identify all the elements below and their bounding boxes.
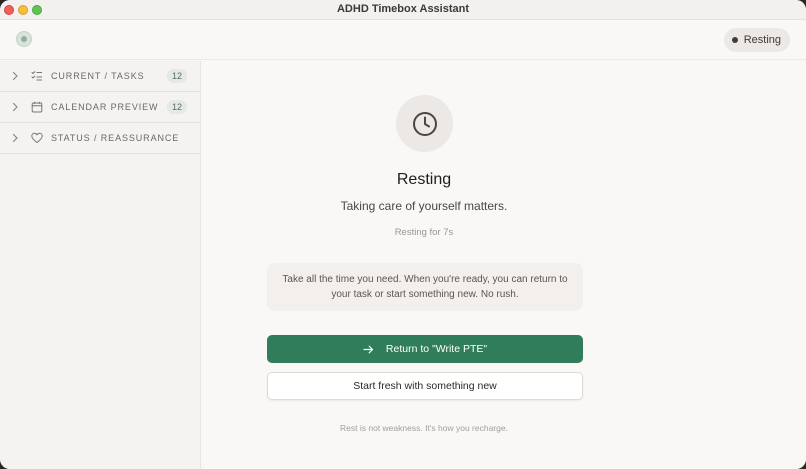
app-logo-icon	[16, 31, 32, 47]
sidebar-item-label: CALENDAR PREVIEW	[51, 102, 159, 112]
return-to-task-label: Return to "Write PTE"	[385, 343, 488, 355]
checklist-icon	[31, 71, 42, 81]
count-badge: 12	[166, 69, 187, 83]
chevron-right-icon	[12, 71, 18, 81]
subtitle: Taking care of yourself matters.	[340, 199, 508, 213]
arrow-right-icon	[363, 345, 373, 353]
return-to-task-button[interactable]: Return to "Write PTE"	[267, 335, 583, 363]
reassurance-message: Take all the time you need. When you're …	[267, 263, 583, 311]
chevron-right-icon	[12, 102, 18, 112]
calendar-icon	[31, 101, 43, 113]
status-badge[interactable]: Resting	[723, 28, 790, 52]
sidebar-item-status-reassurance[interactable]: STATUS / REASSURANCE	[0, 123, 200, 154]
sidebar-item-current-tasks[interactable]: CURRENT / TASKS 12	[0, 61, 200, 92]
start-fresh-label: Start fresh with something new	[353, 380, 497, 392]
start-fresh-button[interactable]: Start fresh with something new	[267, 372, 583, 400]
clock-icon	[412, 111, 437, 136]
status-dot-icon	[731, 37, 738, 43]
main-content: Resting Taking care of yourself matters.…	[202, 61, 806, 469]
sidebar-item-label: CURRENT / TASKS	[51, 71, 145, 81]
footer-note: Rest is not weakness. It's how you recha…	[340, 423, 508, 433]
rest-timer: Resting for 7s	[394, 227, 454, 238]
clock-badge	[396, 95, 453, 152]
top-bar: Resting	[0, 20, 806, 60]
sidebar-item-calendar-preview[interactable]: CALENDAR PREVIEW 12	[0, 92, 200, 123]
status-badge-label: Resting	[743, 34, 781, 46]
count-badge: 12	[166, 100, 187, 114]
window-title: ADHD Timebox Assistant	[336, 3, 470, 15]
sidebar-item-label: STATUS / REASSURANCE	[51, 133, 180, 143]
page-title: Resting	[396, 171, 452, 188]
sidebar: CURRENT / TASKS 12 CALENDAR PREVIEW 12 S…	[0, 61, 201, 469]
chevron-right-icon	[12, 133, 18, 143]
title-bar: ADHD Timebox Assistant	[0, 0, 806, 20]
app-window: ADHD Timebox Assistant Resting CURRENT /…	[0, 0, 806, 469]
heart-icon	[31, 132, 43, 143]
